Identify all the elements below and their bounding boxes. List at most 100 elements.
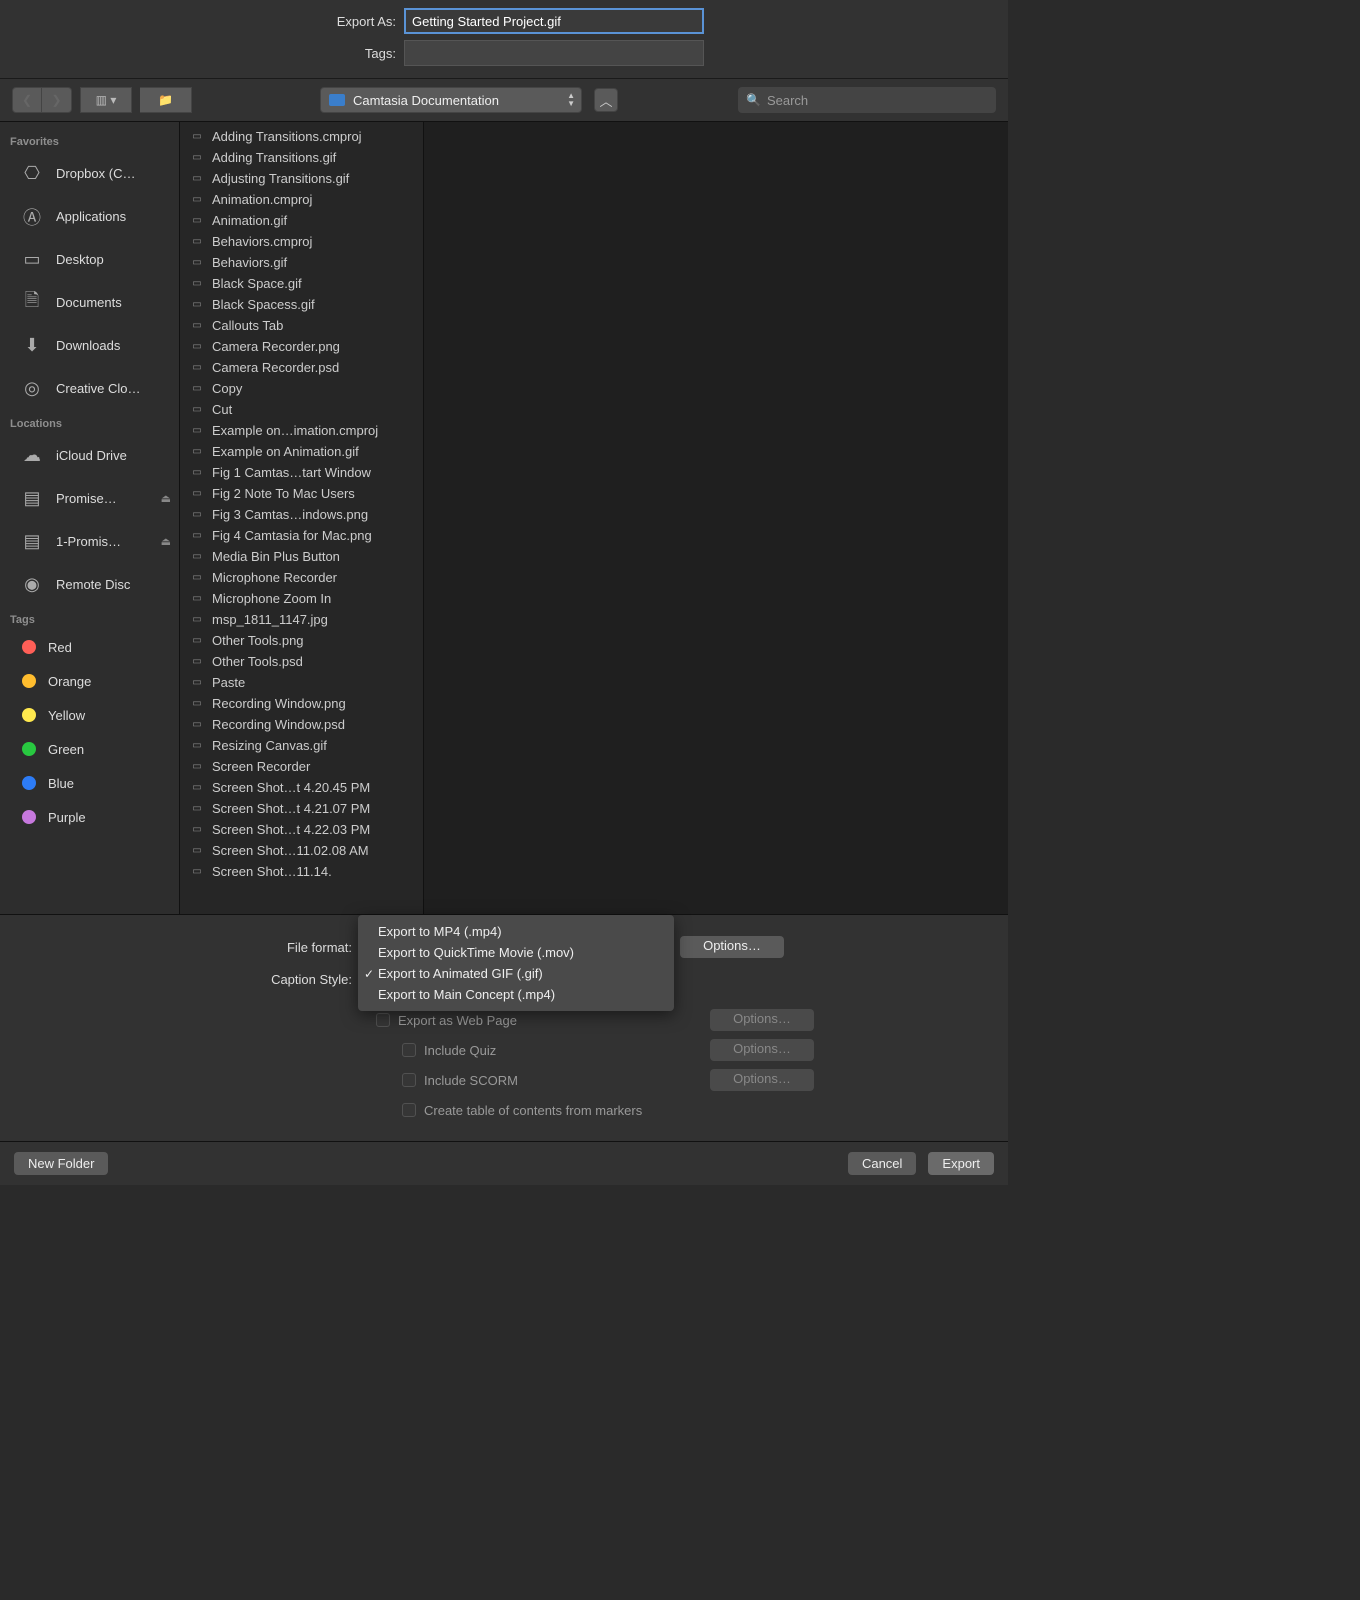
file-row[interactable]: ▭Recording Window.psd [180,714,423,735]
file-name: Screen Shot…11.14. [212,864,332,879]
file-row[interactable]: ▭Animation.cmproj [180,189,423,210]
sidebar-tag[interactable]: Green [0,732,179,766]
export-as-input[interactable] [404,8,704,34]
file-name: Media Bin Plus Button [212,549,340,564]
sidebar-tag[interactable]: Purple [0,800,179,834]
file-row[interactable]: ▭Recording Window.png [180,693,423,714]
file-row[interactable]: ▭Adjusting Transitions.gif [180,168,423,189]
sidebar-tag[interactable]: Yellow [0,698,179,732]
file-icon: ▭ [188,319,206,333]
sidebar-item[interactable]: ▤Promise…⏏ [0,477,179,520]
view-mode-button[interactable]: ▥ ▾ [80,87,132,113]
file-row[interactable]: ▭Example on…imation.cmproj [180,420,423,441]
file-icon: ▭ [188,487,206,501]
sidebar-item[interactable]: ⒶApplications [0,195,179,238]
export-button[interactable]: Export [928,1152,994,1175]
file-row[interactable]: ▭Example on Animation.gif [180,441,423,462]
file-row[interactable]: ▭Paste [180,672,423,693]
export-as-row: Export As: [0,0,1008,40]
file-row[interactable]: ▭Screen Shot…11.14. [180,861,423,882]
file-row[interactable]: ▭Screen Shot…t 4.20.45 PM [180,777,423,798]
down-icon: ⬇ [14,331,50,361]
file-row[interactable]: ▭Fig 4 Camtasia for Mac.png [180,525,423,546]
file-name: Microphone Zoom In [212,591,331,606]
include-quiz-checkbox[interactable] [402,1043,416,1057]
toc-checkbox[interactable] [402,1103,416,1117]
file-name: Paste [212,675,245,690]
file-row[interactable]: ▭Screen Recorder [180,756,423,777]
new-folder-button[interactable]: New Folder [14,1152,108,1175]
apps-icon: Ⓐ [14,202,50,232]
file-icon: ▭ [188,592,206,606]
file-row[interactable]: ▭Fig 2 Note To Mac Users [180,483,423,504]
sidebar-tag[interactable]: Blue [0,766,179,800]
file-row[interactable]: ▭Fig 1 Camtas…tart Window [180,462,423,483]
file-row[interactable]: ▭Copy [180,378,423,399]
sidebar-item[interactable]: ▤1-Promis…⏏ [0,520,179,563]
file-row[interactable]: ▭Adding Transitions.cmproj [180,126,423,147]
file-row[interactable]: ▭Resizing Canvas.gif [180,735,423,756]
export-web-checkbox[interactable] [376,1013,390,1027]
file-row[interactable]: ▭Black Spacess.gif [180,294,423,315]
file-name: Callouts Tab [212,318,283,333]
sidebar-item[interactable]: ⎔Dropbox (C… [0,152,179,195]
file-row[interactable]: ▭Cut [180,399,423,420]
file-row[interactable]: ▭ Microphone Zoom In [180,588,423,609]
sidebar-section-title: Favorites [0,128,179,152]
include-scorm-options-button[interactable]: Options… [710,1069,814,1091]
collapse-button[interactable]: ︿ [594,88,618,112]
forward-button[interactable]: ❯ [42,87,72,113]
format-menu-item[interactable]: Export to QuickTime Movie (.mov) [358,942,674,963]
file-row[interactable]: ▭msp_1811_1147.jpg [180,609,423,630]
tags-label: Tags: [324,46,396,61]
sidebar-tag[interactable]: Orange [0,664,179,698]
options-panel: File format: Options… Caption Style: Exp… [0,914,1008,1141]
search-field[interactable]: 🔍 Search [738,87,996,113]
file-row[interactable]: ▭Camera Recorder.psd [180,357,423,378]
file-row[interactable]: ▭Animation.gif [180,210,423,231]
sidebar-item[interactable]: ◉Remote Disc [0,563,179,606]
file-row[interactable]: ▭ Callouts Tab [180,315,423,336]
file-name: Behaviors.gif [212,255,287,270]
sidebar-item[interactable]: ▭Desktop [0,238,179,281]
file-row[interactable]: ▭Behaviors.cmproj [180,231,423,252]
format-menu-item[interactable]: Export to Main Concept (.mp4) [358,984,674,1005]
file-row[interactable]: ▭Fig 3 Camtas…indows.png [180,504,423,525]
file-row[interactable]: ▭Screen Shot…t 4.21.07 PM [180,798,423,819]
sidebar-item-label: Documents [56,295,122,310]
format-menu-item[interactable]: ✓Export to Animated GIF (.gif) [358,963,674,984]
file-row[interactable]: ▭Screen Shot…11.02.08 AM [180,840,423,861]
file-row[interactable]: ▭Camera Recorder.png [180,336,423,357]
sidebar-tag[interactable]: Red [0,630,179,664]
sidebar-item[interactable]: ◎Creative Clo… [0,367,179,410]
file-row[interactable]: ▭Other Tools.psd [180,651,423,672]
cancel-button[interactable]: Cancel [848,1152,916,1175]
eject-icon[interactable]: ⏏ [161,492,171,505]
file-name: Recording Window.png [212,696,346,711]
popup-arrows-icon: ▲▼ [567,92,575,108]
docs-icon: 🗎 [14,288,50,318]
action-menu-button[interactable]: 📁 [140,87,192,113]
file-row[interactable]: ▭Media Bin Plus Button [180,546,423,567]
file-row[interactable]: ▭Adding Transitions.gif [180,147,423,168]
file-icon: ▭ [188,277,206,291]
eject-icon[interactable]: ⏏ [161,535,171,548]
file-format-options-button[interactable]: Options… [680,936,784,958]
back-button[interactable]: ❮ [12,87,42,113]
path-popup[interactable]: Camtasia Documentation ▲▼ [320,87,582,113]
include-scorm-checkbox[interactable] [402,1073,416,1087]
include-quiz-options-button[interactable]: Options… [710,1039,814,1061]
sidebar-item[interactable]: ⬇Downloads [0,324,179,367]
file-row[interactable]: ▭Black Space.gif [180,273,423,294]
file-row[interactable]: ▭Screen Shot…t 4.22.03 PM [180,819,423,840]
file-row[interactable]: ▭Other Tools.png [180,630,423,651]
cloud-icon: ☁ [14,441,50,471]
export-web-options-button[interactable]: Options… [710,1009,814,1031]
file-row[interactable]: ▭Microphone Recorder [180,567,423,588]
tags-input[interactable] [404,40,704,66]
sidebar-item[interactable]: 🗎 Documents [0,281,179,324]
sidebar-item[interactable]: ☁iCloud Drive [0,434,179,477]
format-menu-item[interactable]: Export to MP4 (.mp4) [358,921,674,942]
file-row[interactable]: ▭Behaviors.gif [180,252,423,273]
toc-row: Create table of contents from markers [24,1095,984,1125]
